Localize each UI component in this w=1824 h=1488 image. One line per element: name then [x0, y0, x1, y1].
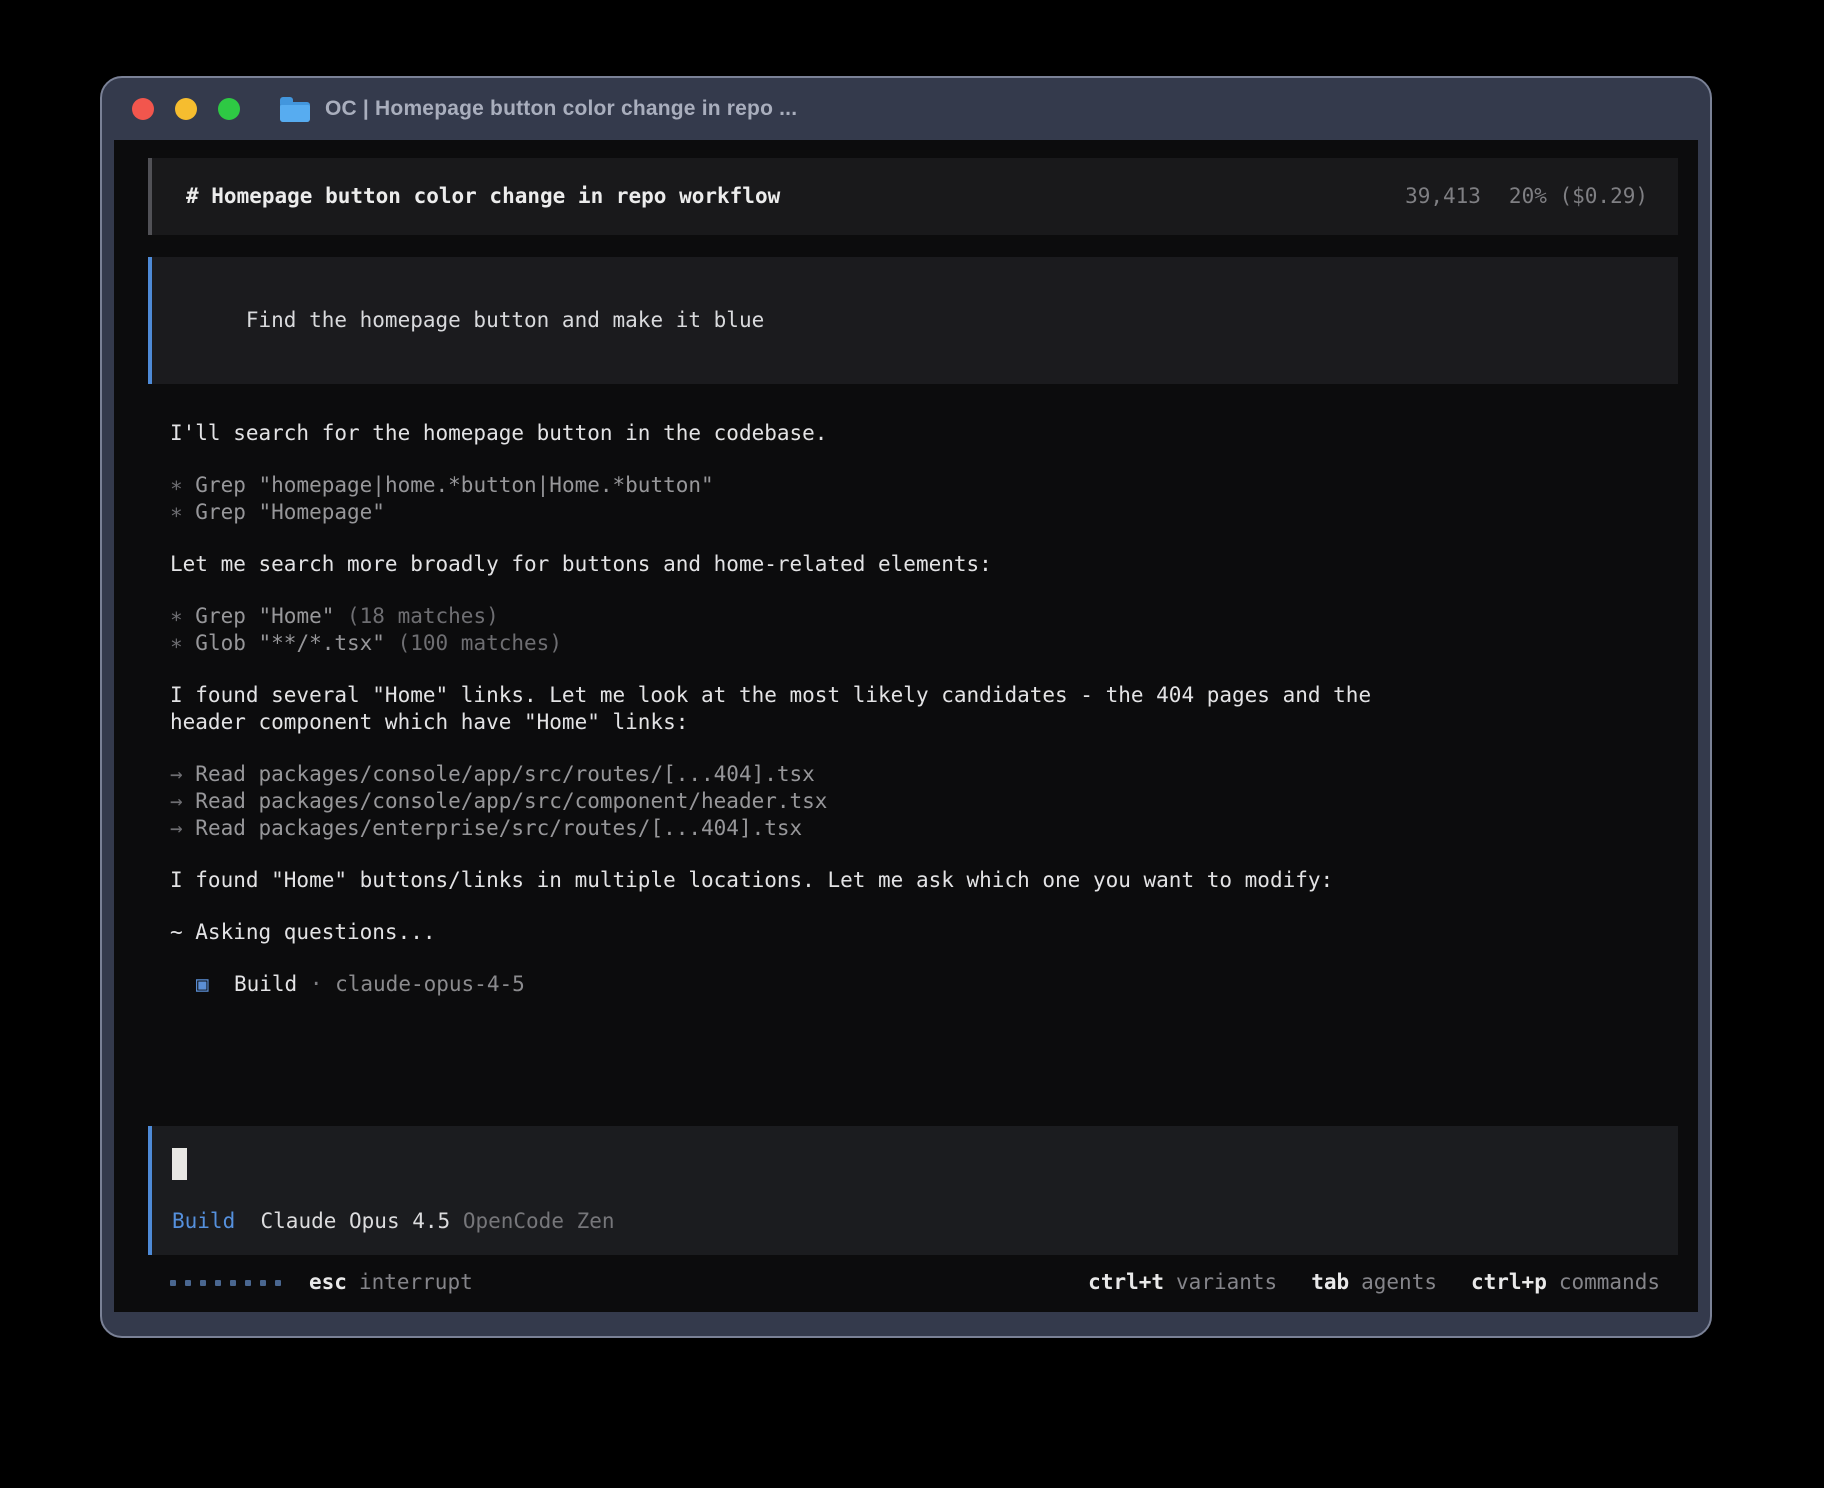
hint-key: tab — [1311, 1269, 1349, 1296]
zoom-button[interactable] — [218, 98, 240, 120]
tool-label: Read packages/enterprise/src/routes/[...… — [183, 816, 803, 840]
hint-label: interrupt — [359, 1269, 473, 1296]
agent-model: claude-opus-4-5 — [335, 972, 525, 996]
assistant-text: I'll search for the homepage button in t… — [170, 420, 1410, 447]
assistant-text: Let me search more broadly for buttons a… — [170, 551, 1410, 578]
tool-call: → Read packages/enterprise/src/routes/[.… — [170, 815, 1410, 842]
terminal-window: OC | Homepage button color change in rep… — [100, 76, 1712, 1338]
tool-call: ∗ Glob "**/*.tsx" (100 matches) — [170, 630, 1410, 657]
activity-dot — [200, 1280, 206, 1286]
status-bar-left: esc interrupt — [170, 1269, 473, 1296]
assistant-text: ~ Asking questions... — [170, 919, 1410, 946]
tool-bullet-icon: ∗ — [170, 473, 183, 497]
keyboard-hint: ctrl+t variants — [1088, 1269, 1277, 1296]
tool-label: Glob "**/*.tsx" — [183, 631, 385, 655]
hint-label: variants — [1176, 1269, 1277, 1296]
minimize-button[interactable] — [175, 98, 197, 120]
text-cursor — [172, 1148, 187, 1180]
tool-call-group: ∗ Grep "Home" (18 matches)∗ Glob "**/*.t… — [170, 603, 1410, 657]
hint-label: agents — [1361, 1269, 1437, 1296]
tool-call-group: ∗ Grep "homepage|home.*button|Home.*butt… — [170, 472, 1410, 526]
activity-dot — [230, 1280, 236, 1286]
tool-bullet-icon: → — [170, 789, 183, 813]
hint-key: ctrl+p — [1471, 1269, 1547, 1296]
activity-dot — [215, 1280, 221, 1286]
model-label[interactable]: Claude Opus 4.5 — [261, 1209, 451, 1233]
tool-call: → Read packages/console/app/src/componen… — [170, 788, 1410, 815]
tool-call: ∗ Grep "homepage|home.*button|Home.*butt… — [170, 472, 1410, 499]
tool-bullet-icon: ∗ — [170, 604, 183, 628]
activity-dot — [245, 1280, 251, 1286]
hint-label: commands — [1559, 1269, 1660, 1296]
keyboard-hints-left: esc interrupt — [309, 1269, 473, 1296]
context-usage: 20% ($0.29) — [1509, 183, 1648, 210]
session-title: # Homepage button color change in repo w… — [186, 183, 780, 210]
close-button[interactable] — [132, 98, 154, 120]
tool-label: Grep "Homepage" — [183, 500, 385, 524]
input-status-line: Build Claude Opus 4.5 OpenCode Zen — [172, 1208, 1654, 1235]
tool-bullet-icon: → — [170, 762, 183, 786]
tool-bullet-icon: ∗ — [170, 500, 183, 524]
agent-square-icon: ▣ — [196, 972, 209, 996]
tool-call-group: → Read packages/console/app/src/routes/[… — [170, 761, 1410, 842]
folder-icon — [280, 102, 310, 122]
provider-label: OpenCode Zen — [463, 1209, 615, 1233]
tool-label: Read packages/console/app/src/routes/[..… — [183, 762, 815, 786]
hint-key: ctrl+t — [1088, 1269, 1164, 1296]
transcript: I'll search for the homepage button in t… — [170, 420, 1410, 1126]
tool-meta: (100 matches) — [385, 631, 562, 655]
user-message: Find the homepage button and make it blu… — [148, 257, 1678, 384]
assistant-text: I found several "Home" links. Let me loo… — [170, 682, 1410, 736]
separator-dot: · — [297, 972, 335, 996]
token-count: 39,413 — [1405, 183, 1481, 210]
prompt-input[interactable]: Build Claude Opus 4.5 OpenCode Zen — [148, 1126, 1678, 1255]
assistant-text: I found "Home" buttons/links in multiple… — [170, 867, 1410, 894]
user-message-text: Find the homepage button and make it blu… — [246, 308, 764, 332]
status-bar-right: ctrl+t variants tab agents ctrl+p commands — [1088, 1269, 1660, 1296]
tool-call: → Read packages/console/app/src/routes/[… — [170, 761, 1410, 788]
activity-dot — [275, 1280, 281, 1286]
terminal-body: # Homepage button color change in repo w… — [114, 140, 1698, 1312]
activity-dot — [260, 1280, 266, 1286]
keyboard-hint: tab agents — [1311, 1269, 1437, 1296]
tool-call: ∗ Grep "Homepage" — [170, 499, 1410, 526]
activity-dots — [170, 1280, 281, 1286]
activity-dot — [170, 1280, 176, 1286]
agent-status-row: ▣ Build · claude-opus-4-5 — [170, 971, 1410, 998]
keyboard-hint: esc interrupt — [309, 1269, 473, 1296]
hint-key: esc — [309, 1269, 347, 1296]
tool-bullet-icon: → — [170, 816, 183, 840]
titlebar: OC | Homepage button color change in rep… — [102, 78, 1710, 140]
tool-call: ∗ Grep "Home" (18 matches) — [170, 603, 1410, 630]
keyboard-hint: ctrl+p commands — [1471, 1269, 1660, 1296]
window-title: OC | Homepage button color change in rep… — [325, 97, 797, 121]
tool-label: Read packages/console/app/src/component/… — [183, 789, 828, 813]
window-bottom-frame — [102, 1312, 1710, 1336]
status-bar: escinterrupt ctrl+tvariantstabagentsctrl… — [170, 1269, 1660, 1296]
session-stats: 39,413 20% ($0.29) — [1405, 183, 1648, 210]
agent-name: Build — [209, 972, 298, 996]
window-controls — [132, 98, 240, 120]
tool-label: Grep "Home" — [183, 604, 335, 628]
tool-bullet-icon: ∗ — [170, 631, 183, 655]
title-group: OC | Homepage button color change in rep… — [280, 97, 797, 122]
tool-label: Grep "homepage|home.*button|Home.*button… — [183, 473, 714, 497]
keyboard-hints-right: ctrl+t variants tab agents ctrl+p commands — [1088, 1269, 1660, 1296]
tool-meta: (18 matches) — [334, 604, 498, 628]
agent-mode-label[interactable]: Build — [172, 1209, 235, 1233]
session-header: # Homepage button color change in repo w… — [148, 158, 1678, 235]
activity-dot — [185, 1280, 191, 1286]
